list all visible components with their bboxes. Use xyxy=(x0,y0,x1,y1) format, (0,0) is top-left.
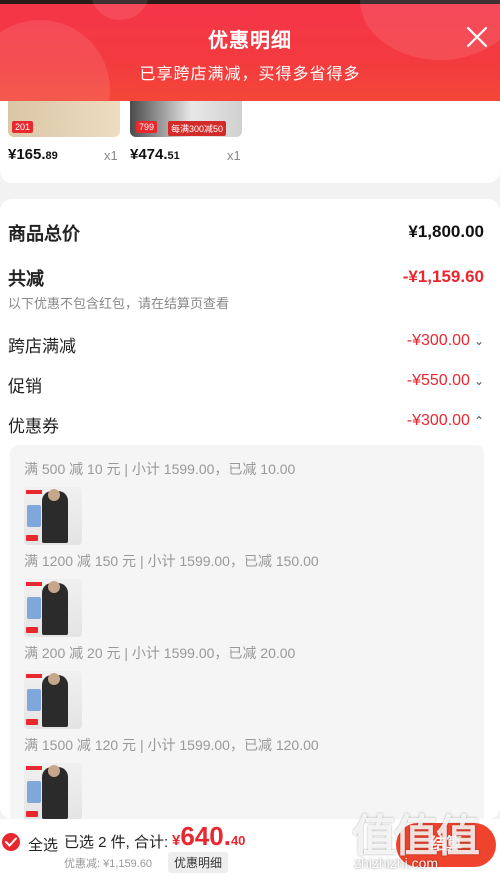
discount-detail-button[interactable]: 优惠明细 xyxy=(168,852,229,873)
select-all-label[interactable]: 全选 xyxy=(28,834,58,855)
checkout-button[interactable]: 结算 xyxy=(396,823,496,867)
page-title: 优惠明细 xyxy=(208,30,292,52)
product-thumbnail[interactable]: 201 xyxy=(8,101,120,137)
total-price-label: 商品总价 xyxy=(8,224,80,244)
promotion-value: -¥550.00 xyxy=(406,372,470,389)
price-tag: 799 xyxy=(136,121,158,133)
selected-count: 已选 2 件, 合计: xyxy=(64,834,169,851)
product-price: ¥165.89 xyxy=(8,146,58,163)
total-reduction-value: -¥1,159.60 xyxy=(402,267,484,286)
page-subtitle: 已享跨店满减，买得多省得多 xyxy=(139,66,361,83)
close-icon[interactable] xyxy=(464,24,490,50)
order-total: ¥640.40 xyxy=(172,821,246,851)
coupon-value: -¥300.00 xyxy=(406,412,470,429)
discount-summary: 优惠减: ¥1,159.60 xyxy=(64,858,153,870)
select-all-checkbox[interactable] xyxy=(2,833,20,851)
promotion-row[interactable]: -¥550.00 ⌄ xyxy=(407,372,484,390)
coupon-product-thumbnail[interactable] xyxy=(24,763,82,821)
coupon-rule: 满 1200 减 150 元 | 小计 1599.00，已减 150.00 xyxy=(24,553,319,569)
coupon-rule: 满 200 减 20 元 | 小计 1599.00，已减 20.00 xyxy=(24,645,296,661)
coupon-rule: 满 500 减 10 元 | 小计 1599.00，已减 10.00 xyxy=(24,461,296,477)
promo-tag: 每满300减50 xyxy=(168,121,227,136)
product-thumbnail[interactable]: 799 每满300减50 xyxy=(130,101,242,137)
chevron-up-icon: ⌃ xyxy=(473,414,484,428)
cross-store-discount-label: 跨店满减 xyxy=(8,337,76,356)
product-quantity: x1 xyxy=(227,148,241,163)
discount-detail-header: 优惠明细 已享跨店满减，买得多省得多 xyxy=(0,0,500,101)
check-icon xyxy=(5,837,17,847)
coupon-product-thumbnail[interactable] xyxy=(24,671,82,729)
price-tag: 201 xyxy=(12,121,34,133)
total-price-value: ¥1,800.00 xyxy=(408,222,484,241)
promotion-label: 促销 xyxy=(8,377,42,396)
coupon-rule: 满 1500 减 120 元 | 小计 1599.00，已减 120.00 xyxy=(24,737,319,753)
total-reduction-label: 共减 xyxy=(8,269,44,289)
cross-store-discount-value: -¥300.00 xyxy=(406,332,470,349)
product-card: 201 799 每满300减50 xyxy=(0,101,500,183)
coupon-row[interactable]: -¥300.00 ⌃ xyxy=(407,412,484,430)
coupon-product-thumbnail[interactable] xyxy=(24,487,82,545)
checkout-bar: 全选 已选 2 件, 合计: ¥640.40 优惠减: ¥1,159.60 优惠… xyxy=(0,819,500,883)
chevron-down-icon: ⌄ xyxy=(473,374,484,388)
product-price: ¥474.51 xyxy=(130,146,180,163)
chevron-down-icon: ⌄ xyxy=(473,334,484,348)
header-decoration xyxy=(90,0,150,20)
discount-note: 以下优惠不包含红包，请在结算页查看 xyxy=(8,296,230,311)
cross-store-discount-row[interactable]: -¥300.00 ⌄ xyxy=(407,332,484,350)
coupon-detail-panel: 满 500 减 10 元 | 小计 1599.00，已减 10.00 满 120… xyxy=(10,445,484,825)
coupon-label: 优惠券 xyxy=(8,417,59,436)
product-quantity: x1 xyxy=(104,148,118,163)
coupon-product-thumbnail[interactable] xyxy=(24,579,82,637)
